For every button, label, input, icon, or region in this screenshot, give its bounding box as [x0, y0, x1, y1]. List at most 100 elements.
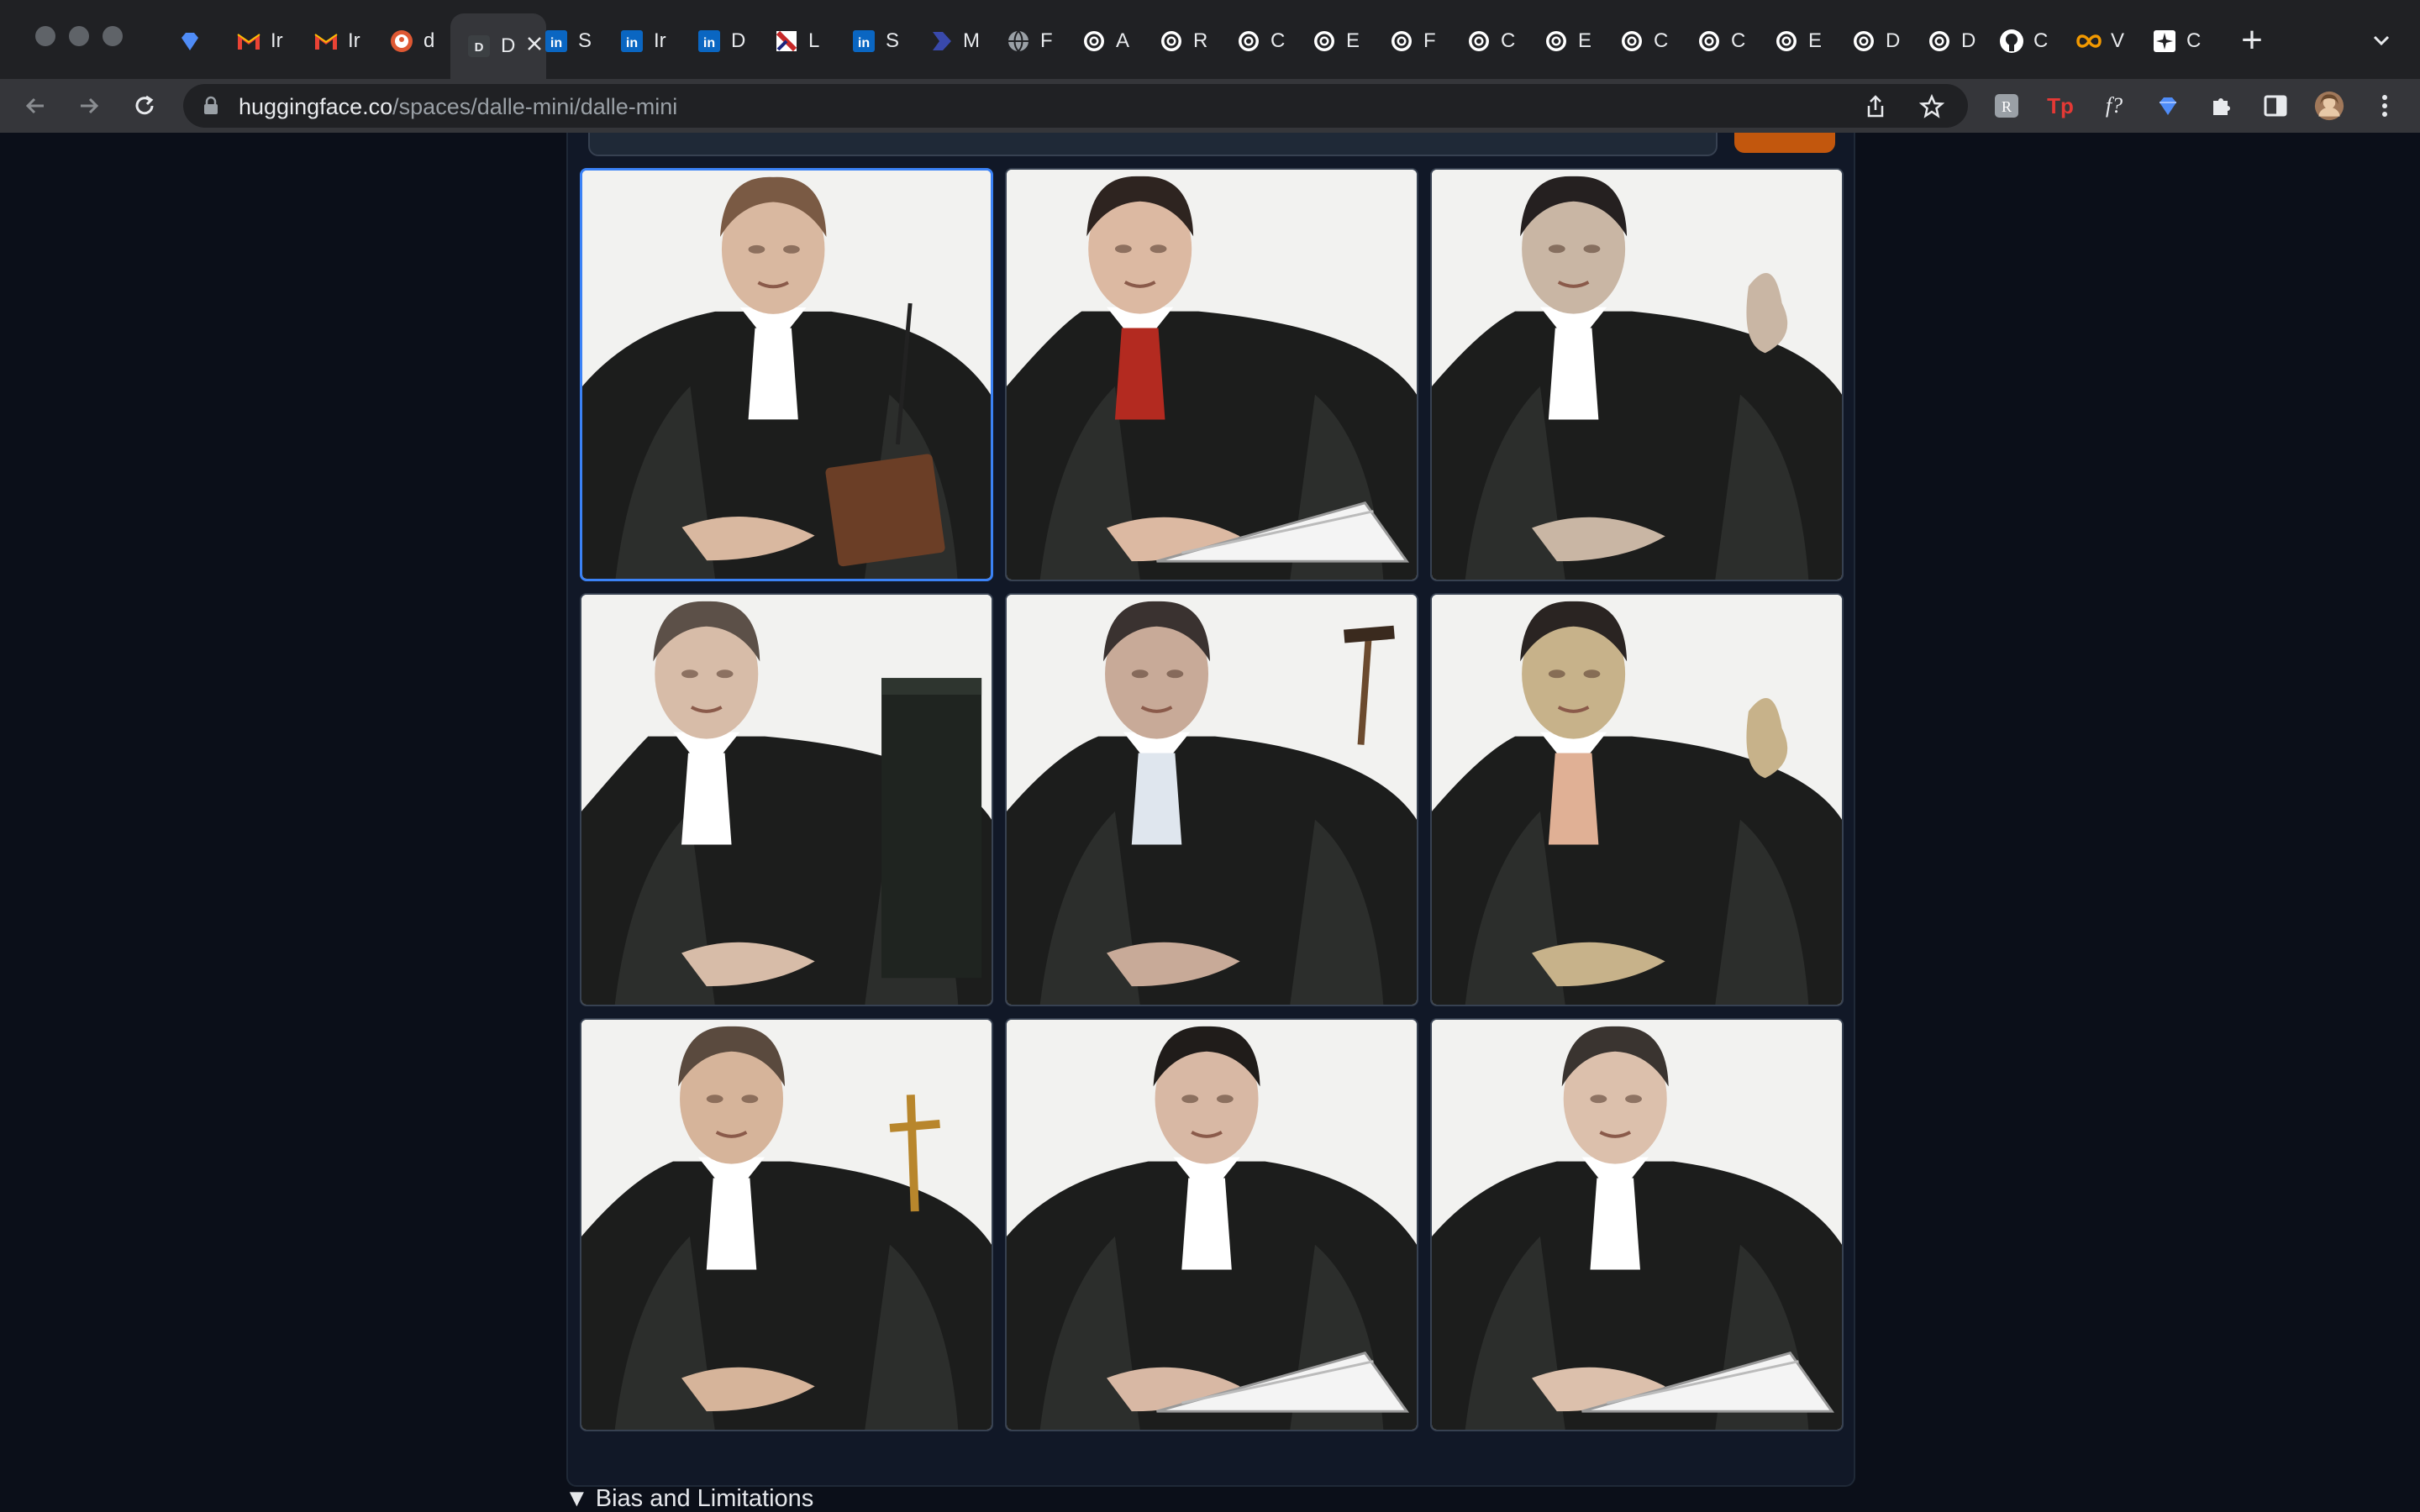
back-button[interactable] [20, 91, 50, 121]
tab-title: Ir [348, 29, 360, 52]
web-page: ▼ Bias and Limitations [0, 133, 2420, 1512]
browser-tab[interactable]: C [1998, 17, 2062, 66]
tab-title: S [578, 29, 592, 52]
browser-tab[interactable]: E [1773, 17, 1837, 66]
diamond-extension-icon[interactable] [2153, 91, 2183, 121]
browser-tab[interactable]: C [1465, 17, 1529, 66]
infinity-icon [2075, 28, 2102, 55]
svg-text:in: in [703, 36, 715, 50]
lock-icon[interactable] [202, 96, 220, 116]
openai-icon [1926, 28, 1953, 55]
browser-tab[interactable]: in D [696, 17, 760, 66]
share-icon[interactable] [1864, 94, 1887, 119]
svg-text:in: in [550, 36, 562, 50]
reload-icon [135, 95, 154, 115]
browser-tab[interactable]: D [1850, 17, 1914, 66]
browser-window: Ir Ir d D Din Sin Ir in D Lin S M F A R C E F C E C C E D D C V C +… [0, 0, 2420, 1512]
tp-extension-label: Tp [2047, 92, 2074, 118]
browser-tab[interactable]: C [1235, 17, 1299, 66]
tab-title: F [1040, 29, 1053, 52]
browser-tab[interactable]: A [1081, 17, 1144, 66]
generated-image[interactable] [580, 1018, 993, 1431]
browser-tab[interactable] [176, 17, 240, 66]
linkedin-icon: in [850, 28, 877, 55]
browser-menu-icon[interactable] [2370, 91, 2400, 121]
browser-tab[interactable]: in Ir [618, 17, 682, 66]
run-button[interactable] [1734, 133, 1835, 153]
browser-tab[interactable]: F [1005, 17, 1069, 66]
browser-tab[interactable]: M [928, 17, 992, 66]
judge-portrait [582, 171, 991, 579]
tab-strip: Ir Ir d D Din Sin Ir in D Lin S M F A R C E F C E C C E D D C V C + [0, 0, 2420, 79]
tab-title: C [1654, 29, 1669, 52]
close-tab-icon[interactable] [525, 34, 544, 59]
generated-image[interactable] [580, 593, 993, 1006]
tab-search-icon[interactable] [2368, 27, 2395, 54]
reload-button[interactable] [129, 91, 160, 121]
bias-limitations-accordion[interactable]: ▼ Bias and Limitations [565, 1485, 813, 1512]
readwise-extension-icon[interactable]: R [1991, 91, 2022, 121]
tab-title: C [2186, 29, 2202, 52]
address-bar[interactable]: huggingface.co/spaces/dalle-mini/dalle-m… [183, 84, 1968, 128]
close-window-button[interactable] [35, 26, 55, 46]
judge-portrait [1432, 1020, 1842, 1430]
browser-tab[interactable]: R [1158, 17, 1222, 66]
browser-tab[interactable]: in S [850, 17, 914, 66]
browser-tab[interactable]: Ir [235, 17, 299, 66]
openai-icon [1235, 28, 1262, 55]
browser-tab[interactable]: E [1311, 17, 1375, 66]
svg-text:in: in [858, 36, 870, 50]
browser-tab[interactable]: in S [543, 17, 607, 66]
minimize-window-button[interactable] [69, 26, 89, 46]
openai-icon [1388, 28, 1415, 55]
openai-icon [1850, 28, 1877, 55]
tp-extension-icon[interactable]: Tp [2045, 91, 2075, 121]
tab-title: C [2033, 29, 2049, 52]
tab-title: L [808, 29, 820, 52]
generated-image[interactable] [1430, 168, 1844, 581]
svg-text:R: R [2002, 98, 2012, 115]
generated-image[interactable] [1005, 593, 1418, 1006]
browser-tab[interactable]: D [1926, 17, 1990, 66]
dalle-mini-panel [566, 133, 1855, 1487]
generated-image[interactable] [580, 168, 993, 581]
browser-tab[interactable]: DD [450, 13, 546, 79]
back-arrow-icon [25, 97, 44, 114]
judge-portrait [1007, 595, 1417, 1005]
prompt-input[interactable] [588, 133, 1718, 156]
openai-icon [1465, 28, 1492, 55]
openai-icon [1773, 28, 1800, 55]
browser-tab[interactable]: d [388, 17, 452, 66]
browser-tab[interactable]: Ir [313, 17, 376, 66]
tab-title: S [886, 29, 900, 52]
tab-title: C [1270, 29, 1286, 52]
generated-image[interactable] [1005, 168, 1418, 581]
sidepanel-icon[interactable] [2260, 91, 2291, 121]
new-tab-button[interactable]: + [2235, 22, 2269, 59]
fquestion-extension-icon[interactable]: f? [2099, 91, 2129, 121]
browser-tab[interactable]: F [1388, 17, 1452, 66]
browser-tab[interactable]: C [1696, 17, 1760, 66]
browser-tab[interactable]: C [1618, 17, 1682, 66]
generated-image[interactable] [1430, 1018, 1844, 1431]
browser-tab[interactable]: C [2151, 17, 2215, 66]
image-gallery [580, 168, 1844, 1445]
forward-button[interactable] [74, 91, 104, 121]
svg-text:in: in [626, 36, 638, 50]
browser-tab[interactable]: E [1543, 17, 1607, 66]
browser-toolbar: huggingface.co/spaces/dalle-mini/dalle-m… [0, 79, 2420, 134]
tab-title: V [2111, 29, 2125, 52]
tab-title: E [1346, 29, 1360, 52]
openai-icon [1543, 28, 1570, 55]
zoom-window-button[interactable] [103, 26, 123, 46]
profile-avatar[interactable] [2314, 91, 2344, 121]
browser-tab[interactable]: L [773, 17, 837, 66]
generated-image[interactable] [1005, 1018, 1418, 1431]
generated-image[interactable] [1430, 593, 1844, 1006]
puzzle-icon[interactable] [2207, 91, 2237, 121]
browser-tab[interactable]: V [2075, 17, 2139, 66]
openai-icon [1311, 28, 1338, 55]
tab-title: C [1731, 29, 1746, 52]
openai-icon [1696, 28, 1723, 55]
bookmark-star-icon[interactable] [1919, 94, 1944, 119]
